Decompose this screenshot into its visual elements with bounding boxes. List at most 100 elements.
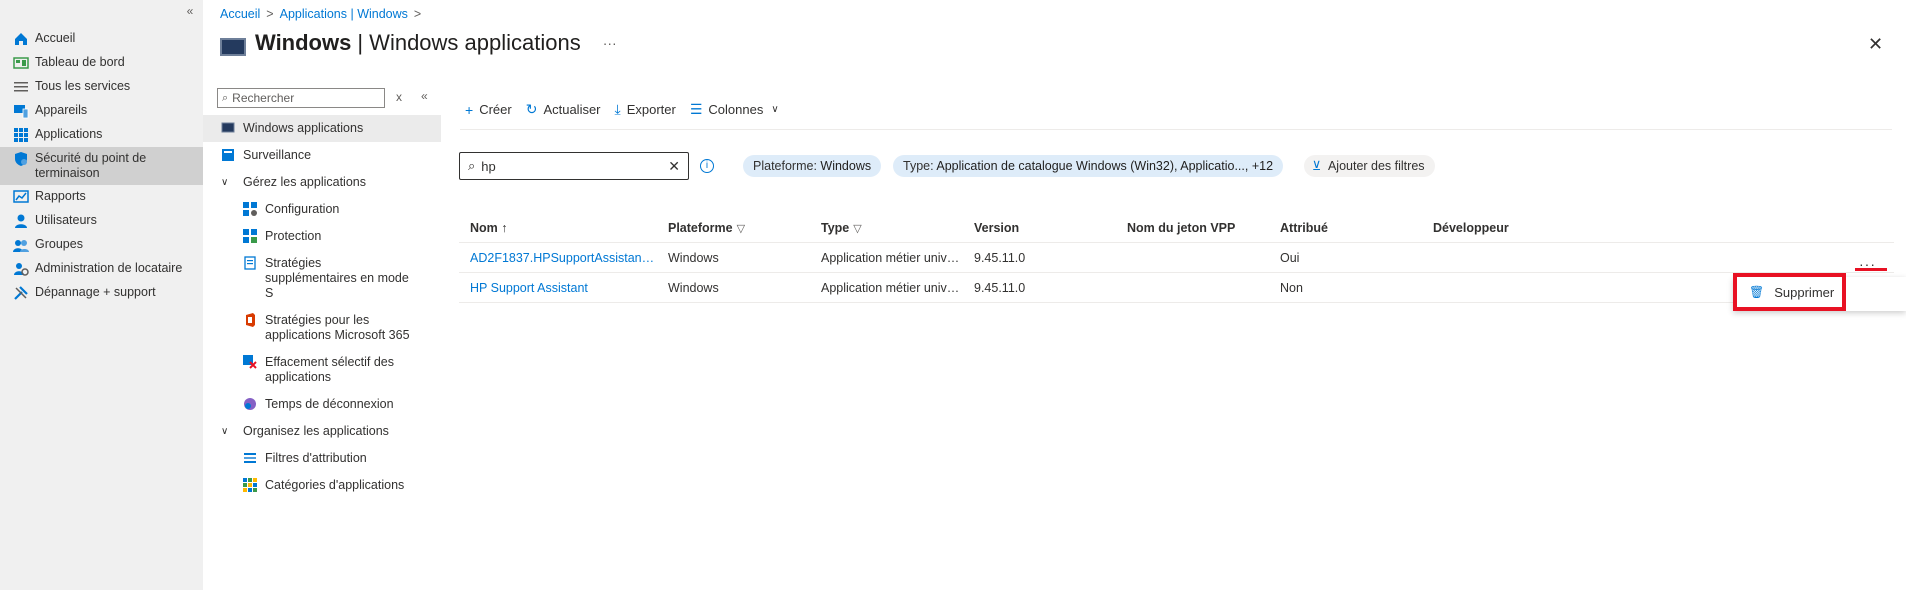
menu-item-windows-applications[interactable]: Windows applications: [203, 115, 441, 142]
filter-search-value: hp: [481, 158, 496, 174]
export-label: Exporter: [626, 102, 676, 117]
cell-version: 9.45.11.0: [974, 280, 1026, 295]
reports-icon: [13, 190, 29, 203]
menu-item-label: Stratégies pour les applications Microso…: [265, 313, 410, 342]
column-header-plateforme[interactable]: Plateforme ▽: [657, 221, 810, 235]
column-header-attribue[interactable]: Attribué: [1269, 221, 1422, 235]
selective-wipe-icon: [243, 355, 257, 369]
column-header-type[interactable]: Type ▽: [810, 221, 963, 235]
filter-pill-platform-label: Plateforme:: [753, 159, 817, 173]
cell-type: Application métier unive...: [821, 250, 963, 265]
filter-icon[interactable]: ▽: [853, 223, 861, 235]
menu-item-label: Windows applications: [243, 121, 364, 135]
menu-group-organisez-applications[interactable]: ∨ Organisez les applications: [203, 418, 441, 445]
clear-search-icon[interactable]: ✕: [668, 158, 680, 175]
more-options-icon[interactable]: ···: [603, 35, 617, 51]
filter-pill-type-label: Type:: [903, 159, 934, 173]
columns-icon: ☰: [689, 101, 703, 117]
filter-icon: [244, 453, 256, 463]
menu-item-configuration[interactable]: Configuration: [203, 196, 441, 223]
column-header-developpeur[interactable]: Développeur: [1422, 221, 1572, 235]
nav-item-depannage-support[interactable]: Dépannage + support: [0, 281, 203, 305]
home-icon: [15, 33, 27, 45]
tenant-admin-icon: [14, 263, 29, 276]
menu-item-label: Stratégies supplémentaires en mode S: [265, 256, 409, 300]
monitor-icon: [222, 149, 234, 161]
filter-pill-platform[interactable]: Plateforme: Windows: [743, 155, 882, 177]
chevron-down-icon: ∨: [221, 177, 229, 188]
table-row[interactable]: HP Support Assistant Windows Application…: [459, 273, 1894, 303]
nav-collapse-button[interactable]: «: [182, 3, 198, 19]
row-context-menu: 🗑 Supprimer: [1733, 273, 1906, 311]
menu-item-label: Gérez les applications: [243, 175, 366, 189]
menu-item-label: Effacement sélectif des applications: [265, 355, 395, 384]
trash-icon: 🗑: [1749, 285, 1765, 299]
nav-item-groupes[interactable]: Groupes: [0, 233, 203, 257]
close-icon[interactable]: ✕: [1868, 34, 1883, 55]
app-name-link[interactable]: AD2F1837.HPSupportAssistant ...: [459, 251, 657, 265]
nav-item-administration-locataire[interactable]: Administration de locataire: [0, 257, 203, 281]
office-icon: [246, 313, 255, 327]
menu-search-clear-button[interactable]: x: [396, 90, 402, 104]
column-header-nom[interactable]: Nom ↑: [459, 221, 657, 235]
timeout-icon: [244, 398, 256, 410]
delete-menu-item[interactable]: 🗑 Supprimer: [1733, 273, 1846, 311]
list-icon: [14, 82, 28, 92]
menu-item-strategies-mode-s[interactable]: Stratégies supplémentaires en mode S: [203, 250, 441, 307]
menu-search-input[interactable]: ⌕ Rechercher: [217, 88, 385, 108]
menu-item-label: Protection: [265, 229, 322, 243]
menu-item-label: Catégories d'applications: [265, 478, 405, 492]
filter-pill-type[interactable]: Type: Application de catalogue Windows (…: [893, 155, 1284, 177]
app-name-link[interactable]: HP Support Assistant: [459, 281, 657, 295]
nav-item-label: Accueil: [35, 31, 76, 45]
menu-item-surveillance[interactable]: Surveillance: [203, 142, 441, 169]
chevron-down-icon: ∨: [771, 104, 779, 115]
table-row[interactable]: AD2F1837.HPSupportAssistant ... Windows …: [459, 243, 1894, 273]
menu-collapse-button[interactable]: «: [421, 89, 428, 103]
menu-item-label: Temps de déconnexion: [265, 397, 394, 411]
search-icon: ⌕: [468, 158, 476, 173]
windows-app-icon: [221, 122, 235, 133]
filter-icon[interactable]: ▽: [737, 223, 745, 235]
columns-button[interactable]: ☰ Colonnes ∨: [690, 101, 779, 118]
add-filters-button[interactable]: ⊻ Ajouter des filtres: [1304, 155, 1435, 177]
menu-item-filtres-attribution[interactable]: Filtres d'attribution: [203, 445, 441, 472]
nav-item-label: Utilisateurs: [35, 213, 97, 227]
nav-item-label: Tableau de bord: [35, 55, 125, 69]
create-label: Créer: [479, 102, 512, 117]
breadcrumb-item-accueil[interactable]: Accueil: [220, 7, 260, 21]
nav-item-applications[interactable]: Applications: [0, 123, 203, 147]
column-header-version[interactable]: Version: [963, 221, 1116, 235]
menu-item-label: Filtres d'attribution: [265, 451, 367, 465]
dashboard-icon: [13, 57, 29, 69]
breadcrumb-item-applications-windows[interactable]: Applications | Windows: [280, 7, 408, 21]
nav-item-rapports[interactable]: Rapports: [0, 185, 203, 209]
columns-label: Colonnes: [708, 102, 764, 117]
menu-search-placeholder: Rechercher: [232, 91, 295, 105]
table-header: Nom ↑ Plateforme ▽ Type ▽ Version Nom du j…: [459, 213, 1894, 243]
create-button[interactable]: + Créer: [465, 102, 512, 118]
nav-item-securite-point-terminaison[interactable]: Sécurité du point de terminaison: [0, 147, 203, 185]
menu-item-categories-applications[interactable]: Catégories d'applications: [203, 472, 441, 499]
info-icon[interactable]: i: [700, 159, 714, 173]
menu-item-temps-deconnexion[interactable]: Temps de déconnexion: [203, 391, 441, 418]
windows-app-icon: [220, 38, 246, 56]
nav-item-accueil[interactable]: Accueil: [0, 27, 203, 51]
export-button[interactable]: ⤓ Exporter: [615, 101, 676, 118]
filter-search-input[interactable]: ⌕ hp ✕: [459, 152, 689, 180]
menu-item-strategies-microsoft-365[interactable]: Stratégies pour les applications Microso…: [203, 307, 441, 349]
nav-item-tous-les-services[interactable]: Tous les services: [0, 75, 203, 99]
nav-item-tableau-de-bord[interactable]: Tableau de bord: [0, 51, 203, 75]
menu-group-gerez-applications[interactable]: ∨ Gérez les applications: [203, 169, 441, 196]
menu-item-protection[interactable]: Protection: [203, 223, 441, 250]
column-header-vpp-token[interactable]: Nom du jeton VPP: [1116, 221, 1269, 235]
menu-item-effacement-selectif[interactable]: Effacement sélectif des applications: [203, 349, 441, 391]
cell-assigned: Oui: [1280, 250, 1300, 265]
command-bar-divider: [460, 129, 1892, 130]
apps-table: Nom ↑ Plateforme ▽ Type ▽ Version Nom du j…: [459, 213, 1894, 303]
nav-item-appareils[interactable]: Appareils: [0, 99, 203, 123]
nav-item-utilisateurs[interactable]: Utilisateurs: [0, 209, 203, 233]
menu-item-label: Organisez les applications: [243, 424, 389, 438]
configuration-icon: [243, 202, 257, 216]
refresh-button[interactable]: ↻ Actualiser: [526, 101, 601, 118]
